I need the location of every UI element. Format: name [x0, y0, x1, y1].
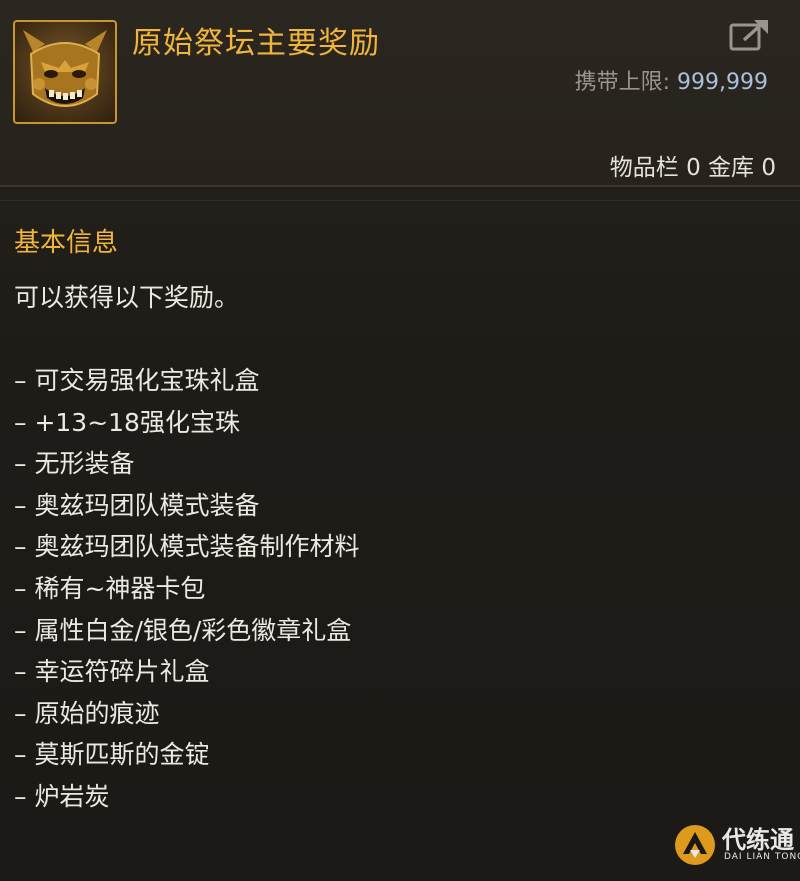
carry-limit-value: 999,999 — [677, 70, 768, 95]
section-divider — [0, 200, 800, 201]
share-icon[interactable] — [728, 16, 772, 54]
reward-item: – 属性白金/银色/彩色徽章礼盒 — [14, 615, 352, 645]
watermark: 代练通 DAI LIAN TONG — [662, 810, 800, 881]
inventory-count: 0 — [686, 155, 701, 181]
reward-item: – 原始的痕迹 — [14, 698, 160, 728]
carry-limit-label: 携带上限: — [574, 70, 671, 95]
tooltip-header: 原始祭坛主要奖励 携带上限: 999,999 物品栏 0 金库 0 — [0, 0, 800, 185]
inventory-label: 物品栏 — [609, 155, 679, 181]
reward-item: – 奥兹玛团队模式装备制作材料 — [14, 532, 360, 562]
reward-item: – 莫斯匹斯的金锭 — [14, 740, 210, 770]
watermark-text: 代练通 — [722, 826, 794, 854]
vault-count: 0 — [761, 155, 776, 181]
carry-limit: 携带上限: 999,999 — [575, 64, 768, 96]
item-tooltip: 原始祭坛主要奖励 携带上限: 999,999 物品栏 0 金库 0 基本信息 可… — [0, 0, 800, 881]
watermark-subtext: DAI LIAN TONG — [724, 852, 800, 862]
section-title: 基本信息 — [14, 228, 119, 258]
reward-item: – 奥兹玛团队模式装备 — [14, 490, 260, 520]
reward-item: – 可交易强化宝珠礼盒 — [14, 366, 260, 395]
storage-counts: 物品栏 0 金库 0 — [610, 148, 776, 182]
reward-item: – 无形装备 — [14, 449, 135, 479]
reward-item: – 稀有~神器卡包 — [14, 573, 206, 603]
vault-label: 金库 — [708, 155, 755, 181]
dailiantong-logo-icon — [674, 824, 716, 866]
reward-item: – 幸运符碎片礼盒 — [14, 657, 210, 687]
item-description: 可以获得以下奖励。 — [14, 283, 240, 312]
golden-demon-mask-icon — [13, 20, 117, 124]
reward-item: – 炉岩炭 — [14, 781, 110, 811]
reward-item: – +13~18强化宝珠 — [14, 407, 240, 437]
reward-list: – 可交易强化宝珠礼盒 – +13~18强化宝珠 – 无形装备 – 奥兹玛团队模… — [14, 360, 359, 818]
item-title: 原始祭坛主要奖励 — [132, 26, 380, 61]
header-divider — [0, 185, 800, 187]
